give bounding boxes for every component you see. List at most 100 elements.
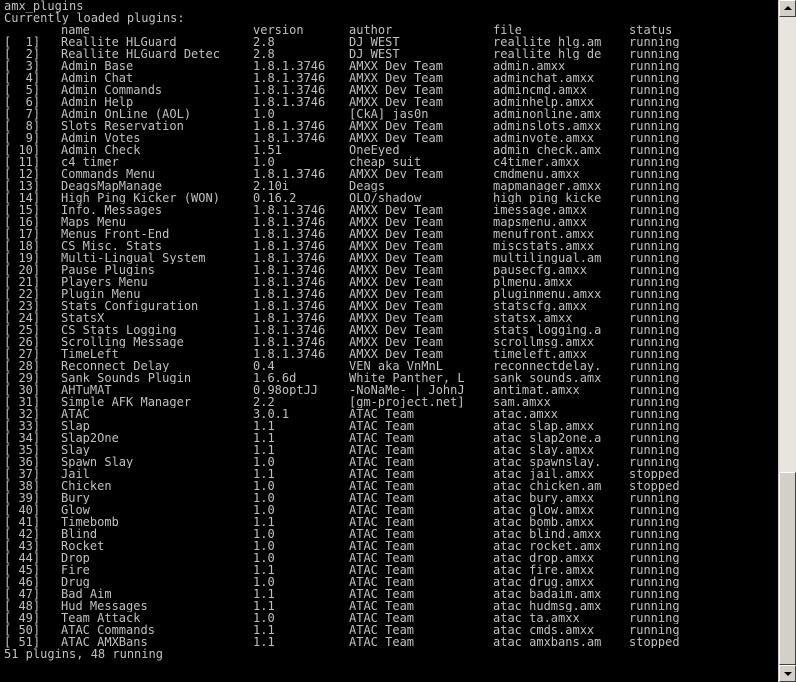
plugin-name: c4 timer — [61, 156, 119, 168]
plugin-version: 1.8.1.3746 — [253, 324, 326, 336]
plugin-status: running — [629, 384, 680, 396]
plugin-status: running — [629, 216, 680, 228]
plugin-status: running — [629, 132, 680, 144]
plugin-name: DeagsMapManage — [61, 180, 163, 192]
heading-line: Currently loaded plugins: — [0, 12, 778, 24]
table-row: [ 30] AHTuMAT 0.98optJJ -NoNaMe- | JohnJ ant… — [0, 384, 778, 396]
plugin-status: running — [629, 372, 680, 384]
plugin-name: Jail — [61, 468, 90, 480]
plugin-index: [ 45] — [4, 564, 41, 576]
plugin-author: ATAC Team — [349, 600, 415, 612]
table-row: [ 10] Admin Check 1.51 OneEyed admin_check.a… — [0, 144, 778, 156]
plugin-file: atac_bury.amxx — [493, 492, 595, 504]
plugin-version: 0.98optJJ — [253, 384, 319, 396]
plugin-version: 2.8 — [253, 48, 275, 60]
plugin-author: ATAC Team — [349, 540, 415, 552]
plugin-version: 1.1 — [253, 420, 275, 432]
plugin-index: [ 28] — [4, 360, 41, 372]
plugin-file: atac_chicken.am — [493, 480, 602, 492]
plugin-file: pausecfg.amxx — [493, 264, 587, 276]
plugin-index: [ 43] — [4, 540, 41, 552]
plugin-file: admin.amxx — [493, 60, 566, 72]
table-row: [ 26] Scrolling Message 1.8.1.3746 AMXX Dev… — [0, 336, 778, 348]
plugin-name: Commands Menu — [61, 168, 155, 180]
plugin-index: [ 19] — [4, 252, 41, 264]
plugin-author: AMXX Dev Team — [349, 60, 443, 72]
table-row: [ 43] Rocket 1.0 ATAC Team atac_rocket.amx ru… — [0, 540, 778, 552]
table-row: [ 14] High Ping Kicker (WON) 0.16.2 OLO/sha… — [0, 192, 778, 204]
column-header-file: file — [493, 24, 522, 36]
plugin-index: [ 39] — [4, 492, 41, 504]
scrollbar-thumb[interactable] — [779, 472, 796, 665]
table-row: [ 22] Plugin Menu 1.8.1.3746 AMXX Dev Team p… — [0, 288, 778, 300]
plugin-author: cheap_suit — [349, 156, 422, 168]
vertical-scrollbar[interactable] — [778, 0, 796, 682]
console-output[interactable]: amx_plugins Currently loaded plugins: na… — [0, 0, 778, 682]
plugin-file: c4timer.amxx — [493, 156, 580, 168]
plugin-author: -NoNaMe- | JohnJ — [349, 384, 465, 396]
table-row: [ 46] Drug 1.0 ATAC Team atac_drug.amxx runni… — [0, 576, 778, 588]
plugin-author: ATAC Team — [349, 408, 415, 420]
plugin-file: atac_rocket.amx — [493, 540, 602, 552]
plugin-status: running — [629, 528, 680, 540]
plugin-name: Admin Votes — [61, 132, 141, 144]
plugin-index: [ 27] — [4, 348, 41, 360]
plugin-version: 1.8.1.3746 — [253, 84, 326, 96]
scroll-up-button[interactable] — [779, 0, 796, 17]
plugin-author: AMXX Dev Team — [349, 300, 443, 312]
plugin-status: running — [629, 600, 680, 612]
plugin-version: 1.1 — [253, 588, 275, 600]
plugin-index: [ 10] — [4, 144, 41, 156]
plugin-name: Sank Sounds Plugin — [61, 372, 192, 384]
plugin-status: running — [629, 252, 680, 264]
plugin-author: ATAC Team — [349, 444, 415, 456]
plugin-status: running — [629, 300, 680, 312]
plugin-version: 1.51 — [253, 144, 282, 156]
plugin-author: ATAC Team — [349, 612, 415, 624]
plugin-status: running — [629, 240, 680, 252]
plugin-name: Drop — [61, 552, 90, 564]
plugin-status: running — [629, 336, 680, 348]
plugin-status: running — [629, 420, 680, 432]
plugin-name: AHTuMAT — [61, 384, 112, 396]
table-row: [ 17] Menus Front-End 1.8.1.3746 AMXX Dev T… — [0, 228, 778, 240]
plugin-version: 1.0 — [253, 492, 275, 504]
plugin-name: Plugin Menu — [61, 288, 141, 300]
scroll-down-button[interactable] — [779, 665, 796, 682]
plugin-version: 3.0.1 — [253, 408, 290, 420]
plugin-name: Slap2One — [61, 432, 119, 444]
plugin-name: Bury — [61, 492, 90, 504]
plugin-index: [ 7] — [4, 108, 41, 120]
plugin-author: ATAC Team — [349, 480, 415, 492]
table-row: [ 40] Glow 1.0 ATAC Team atac_glow.amxx runni… — [0, 504, 778, 516]
plugin-index: [ 22] — [4, 288, 41, 300]
plugin-file: atac_jail.amxx — [493, 468, 595, 480]
plugin-list: [ 1] Reallite HLGuard 2.8 DJ_WEST reallite_h… — [0, 36, 778, 648]
plugin-status: running — [629, 408, 680, 420]
plugin-name: Admin OnLine (AOL) — [61, 108, 192, 120]
table-row: [ 28] Reconnect Delay 0.4 VEN aka VnMnL reco… — [0, 360, 778, 372]
plugin-name: Slay — [61, 444, 90, 456]
plugin-status: running — [629, 288, 680, 300]
plugin-file: atac_bomb.amxx — [493, 516, 595, 528]
plugin-file: admin_check.amx — [493, 144, 602, 156]
plugin-index: [ 8] — [4, 120, 41, 132]
plugin-index: [ 30] — [4, 384, 41, 396]
plugin-author: ATAC Team — [349, 468, 415, 480]
table-row: [ 38] Chicken 1.0 ATAC Team atac_chicken.am s… — [0, 480, 778, 492]
table-row: [ 24] StatsX 1.8.1.3746 AMXX Dev Team statsx… — [0, 312, 778, 324]
plugin-author: AMXX Dev Team — [349, 120, 443, 132]
table-row: [ 31] Simple AFK Manager 2.2 [gm-project.ne… — [0, 396, 778, 408]
plugin-version: 1.8.1.3746 — [253, 288, 326, 300]
table-row: [ 37] Jail 1.1 ATAC Team atac_jail.amxx stopp… — [0, 468, 778, 480]
plugin-author: AMXX Dev Team — [349, 336, 443, 348]
plugin-index: [ 37] — [4, 468, 41, 480]
plugin-status: running — [629, 348, 680, 360]
plugin-author: ATAC Team — [349, 420, 415, 432]
plugin-status: running — [629, 36, 680, 48]
plugin-file: atac_spawnslay. — [493, 456, 602, 468]
plugin-author: AMXX Dev Team — [349, 84, 443, 96]
plugin-file: atac_amxbans.am — [493, 636, 602, 648]
plugin-status: running — [629, 444, 680, 456]
plugin-version: 2.10i — [253, 180, 290, 192]
